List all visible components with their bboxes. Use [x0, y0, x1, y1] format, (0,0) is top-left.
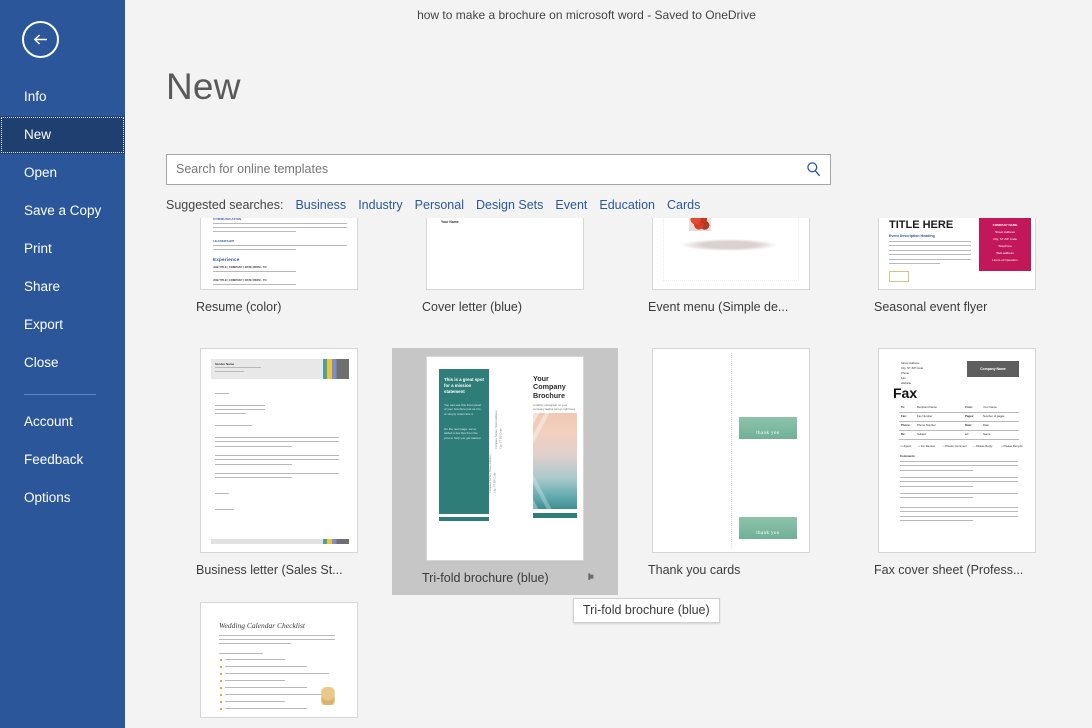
template-caption: Seasonal event flyer — [874, 300, 987, 314]
sidebar-item-open[interactable]: Open — [0, 154, 125, 192]
template-thumbnail[interactable]: COMPANY NAMEStreet AddressCity, ST ZIP C… — [878, 218, 1036, 290]
document-title: how to make a brochure on microsoft word… — [103, 8, 1070, 22]
template-cell[interactable]: This is a great spot for a mission state… — [392, 348, 618, 595]
sidebar-item-info[interactable]: Info — [0, 78, 125, 116]
search-input[interactable] — [176, 155, 776, 184]
template-cell[interactable]: thank youthank you Thank you cards — [618, 348, 844, 595]
template-thumbnail[interactable]: Your Name — [426, 218, 584, 290]
template-thumbnail[interactable]: Sender Name — [200, 348, 358, 553]
template-thumbnail[interactable]: This is a great spot for a mission state… — [426, 356, 584, 561]
suggested-link-personal[interactable]: Personal — [415, 198, 464, 212]
pin-icon[interactable] — [582, 570, 595, 586]
template-cell[interactable]: Event menu (Simple de... — [618, 218, 844, 332]
template-thumbnail[interactable]: COMMUNICATIONLEADERSHIPExperienceJOB TIT… — [200, 218, 358, 290]
template-cell[interactable]: Wedding Calendar Checklist — [166, 602, 392, 728]
template-thumbnail[interactable] — [652, 218, 810, 290]
template-thumbnail[interactable]: Street AddressCity, ST ZIP CodePhoneFaxW… — [878, 348, 1036, 553]
template-grid: COMMUNICATIONLEADERSHIPExperienceJOB TIT… — [166, 218, 1066, 728]
template-caption: Resume (color) — [196, 300, 281, 314]
sidebar-item-account[interactable]: Account — [0, 403, 125, 441]
template-cell[interactable]: COMMUNICATIONLEADERSHIPExperienceJOB TIT… — [166, 218, 392, 332]
sidebar-item-save-a-copy[interactable]: Save a Copy — [0, 192, 125, 230]
template-caption: Cover letter (blue) — [422, 300, 522, 314]
template-cell[interactable]: Street AddressCity, ST ZIP CodePhoneFaxW… — [844, 348, 1066, 595]
template-cell[interactable]: Sender Name Business letter (Sales St... — [166, 348, 392, 595]
page-title: New — [166, 66, 241, 108]
template-caption: Fax cover sheet (Profess... — [874, 563, 1023, 577]
sidebar-item-close[interactable]: Close — [0, 344, 125, 382]
sidebar-item-new[interactable]: New — [0, 116, 125, 154]
template-thumbnail[interactable]: thank youthank you — [652, 348, 810, 553]
title-bar: how to make a brochure on microsoft word… — [125, 0, 1092, 30]
suggested-searches-label: Suggested searches: — [166, 198, 283, 212]
template-caption: Event menu (Simple de... — [648, 300, 788, 314]
sidebar-item-options[interactable]: Options — [0, 479, 125, 517]
suggested-link-industry[interactable]: Industry — [358, 198, 402, 212]
backstage-new-screen: InfoNewOpenSave a CopyPrintShareExportCl… — [0, 0, 1092, 728]
sidebar-divider — [24, 394, 96, 395]
sidebar-item-share[interactable]: Share — [0, 268, 125, 306]
back-arrow-icon — [31, 30, 50, 49]
template-caption: Business letter (Sales St... — [196, 563, 343, 577]
template-caption: Thank you cards — [648, 563, 740, 577]
suggested-searches: Suggested searches: Business Industry Perso… — [166, 198, 700, 212]
backstage-sidebar: InfoNewOpenSave a CopyPrintShareExportCl… — [0, 0, 125, 728]
sidebar-item-feedback[interactable]: Feedback — [0, 441, 125, 479]
template-caption: Tri-fold brochure (blue) — [422, 571, 549, 585]
back-button[interactable] — [22, 21, 59, 58]
sidebar-item-print[interactable]: Print — [0, 230, 125, 268]
template-tooltip: Tri-fold brochure (blue) — [573, 598, 720, 623]
suggested-link-design-sets[interactable]: Design Sets — [476, 198, 543, 212]
search-icon[interactable] — [806, 161, 821, 177]
suggested-link-cards[interactable]: Cards — [667, 198, 700, 212]
suggested-link-event[interactable]: Event — [555, 198, 587, 212]
template-cell[interactable]: COMPANY NAMEStreet AddressCity, ST ZIP C… — [844, 218, 1066, 332]
suggested-link-business[interactable]: Business — [295, 198, 346, 212]
suggested-link-education[interactable]: Education — [599, 198, 655, 212]
search-box[interactable] — [166, 154, 831, 185]
template-cell[interactable]: Your Name Cover letter (blue) — [392, 218, 618, 332]
sidebar-item-export[interactable]: Export — [0, 306, 125, 344]
template-thumbnail[interactable]: Wedding Calendar Checklist — [200, 602, 358, 718]
